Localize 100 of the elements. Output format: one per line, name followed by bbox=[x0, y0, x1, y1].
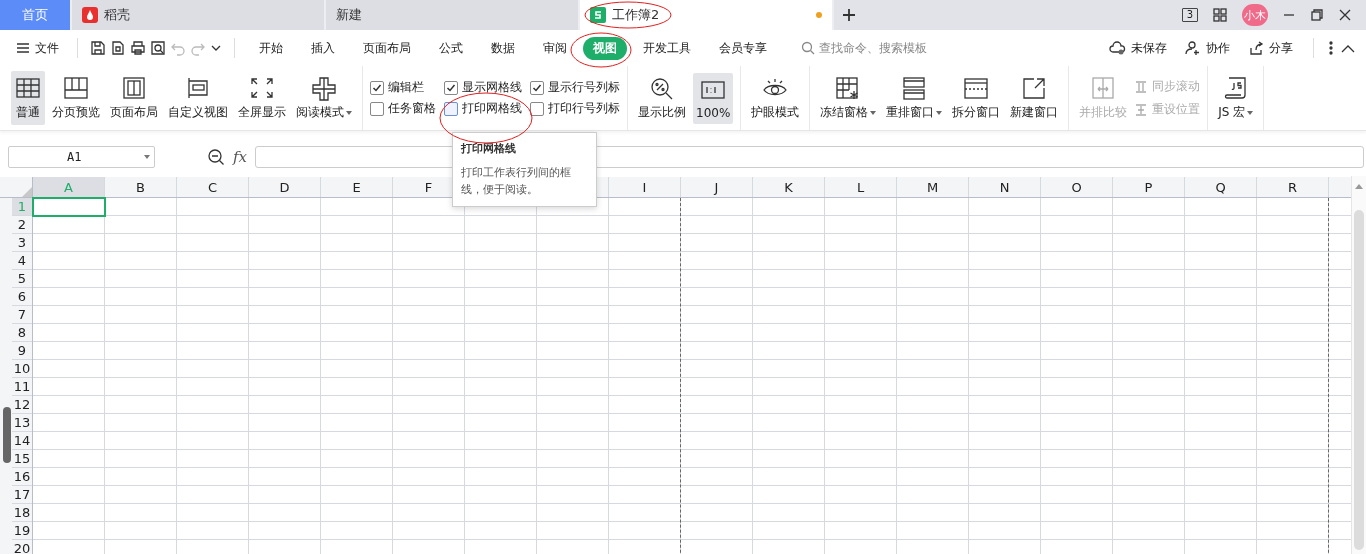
column-header[interactable]: B bbox=[105, 177, 177, 197]
ribbon-button[interactable]: 自定义视图 bbox=[165, 71, 231, 125]
print-preview-icon bbox=[150, 40, 166, 56]
checkmark-icon bbox=[532, 82, 542, 93]
window-count-badge[interactable]: 3 bbox=[1181, 8, 1198, 22]
print-icon bbox=[130, 40, 146, 56]
restore-icon bbox=[1310, 8, 1324, 22]
ribbon-tab[interactable]: 插入 bbox=[299, 35, 347, 61]
row-header[interactable]: 10 bbox=[12, 360, 32, 378]
checkbox[interactable]: 任务窗格 bbox=[370, 100, 436, 117]
docer-logo-icon bbox=[82, 7, 98, 23]
document-tab[interactable]: 稻壳 bbox=[72, 0, 326, 30]
apps-grid-icon bbox=[1212, 7, 1228, 23]
row-header[interactable]: 8 bbox=[12, 324, 32, 342]
close-icon bbox=[1338, 8, 1352, 22]
name-box[interactable]: A1 bbox=[8, 146, 155, 168]
ribbon-button[interactable]: 拆分窗口 bbox=[949, 71, 1004, 125]
command-search-field[interactable]: 查找命令、搜索模板 bbox=[795, 38, 933, 58]
annotation-ellipse bbox=[570, 32, 632, 68]
cloud-icon bbox=[1108, 40, 1126, 56]
column-header[interactable]: R bbox=[1257, 177, 1329, 197]
ribbon-button[interactable]: 新建窗口 bbox=[1007, 71, 1062, 125]
cross-layout-icon bbox=[310, 75, 338, 101]
checkbox[interactable]: 显示行号列标 bbox=[530, 79, 620, 96]
zoom-out-icon bbox=[207, 148, 225, 166]
row-header[interactable]: 16 bbox=[12, 468, 32, 486]
ribbon-tab[interactable]: 公式 bbox=[427, 35, 475, 61]
row-header[interactable]: 3 bbox=[12, 234, 32, 252]
vertical-scrollbar[interactable] bbox=[1351, 176, 1366, 554]
tooltip-title: 打印网格线 bbox=[461, 141, 517, 156]
column-header[interactable]: O bbox=[1041, 177, 1113, 197]
scroll-up-icon[interactable] bbox=[1355, 184, 1363, 189]
row-header[interactable]: 17 bbox=[12, 486, 32, 504]
row-header[interactable]: 11 bbox=[12, 378, 32, 396]
ribbon-button[interactable]: 普通 bbox=[11, 71, 45, 125]
selected-cell[interactable] bbox=[32, 197, 106, 217]
column-header[interactable]: E bbox=[321, 177, 393, 197]
column-header[interactable]: Q bbox=[1185, 177, 1257, 197]
file-menu-button[interactable]: 文件 bbox=[10, 35, 65, 61]
ribbon-tab[interactable]: 开发工具 bbox=[631, 35, 703, 61]
cell-grid[interactable] bbox=[33, 198, 1352, 554]
ribbon-button[interactable]: 冻结窗格 bbox=[817, 71, 880, 125]
function-label[interactable]: fx bbox=[233, 148, 247, 166]
column-header[interactable]: L bbox=[825, 177, 897, 197]
select-all-corner[interactable] bbox=[0, 177, 33, 198]
row-header[interactable]: 14 bbox=[12, 432, 32, 450]
page-layout-icon bbox=[120, 75, 148, 101]
checkbox[interactable]: 显示网格线 bbox=[444, 79, 522, 96]
checkbox[interactable]: 编辑栏 bbox=[370, 79, 436, 96]
ribbon-button[interactable]: 阅读模式 bbox=[293, 71, 355, 125]
row-header[interactable]: 13 bbox=[12, 414, 32, 432]
checkmark-icon bbox=[446, 82, 456, 93]
column-header[interactable]: K bbox=[753, 177, 825, 197]
side-handle-icon[interactable] bbox=[3, 407, 11, 463]
row-header[interactable]: 20 bbox=[12, 540, 32, 554]
row-header[interactable]: 19 bbox=[12, 522, 32, 540]
row-header[interactable]: 2 bbox=[12, 216, 32, 234]
search-icon bbox=[801, 41, 815, 55]
column-header[interactable]: J bbox=[681, 177, 753, 197]
column-header[interactable]: C bbox=[177, 177, 249, 197]
ribbon-tab[interactable]: 会员专享 bbox=[707, 35, 779, 61]
checkbox[interactable]: 打印行号列标 bbox=[530, 100, 620, 117]
column-header[interactable]: P bbox=[1113, 177, 1185, 197]
column-header[interactable]: N bbox=[969, 177, 1041, 197]
row-header[interactable]: 15 bbox=[12, 450, 32, 468]
toolbar-action-button[interactable]: 分享 bbox=[1242, 35, 1299, 61]
add-user-icon bbox=[1185, 40, 1201, 56]
menu-icon bbox=[16, 42, 30, 54]
column-header[interactable]: D bbox=[249, 177, 321, 197]
save-icon bbox=[90, 40, 106, 56]
ribbon-button[interactable]: 重排窗口 bbox=[883, 71, 946, 125]
row-header[interactable]: 5 bbox=[12, 270, 32, 288]
ribbon-button[interactable]: 护眼模式 bbox=[748, 71, 803, 125]
ribbon-tab[interactable]: 审阅 bbox=[531, 35, 579, 61]
fullscreen-icon bbox=[248, 75, 276, 101]
ribbon-tab[interactable]: 数据 bbox=[479, 35, 527, 61]
ribbon-button[interactable]: 页面布局 bbox=[107, 71, 161, 125]
document-tab[interactable]: 新建 bbox=[326, 0, 580, 30]
row-header[interactable]: 7 bbox=[12, 306, 32, 324]
row-header[interactable]: 18 bbox=[12, 504, 32, 522]
column-header[interactable]: I bbox=[609, 177, 681, 197]
document-tab[interactable]: 工作簿2 bbox=[580, 0, 834, 30]
ribbon-button[interactable]: 分页预览 bbox=[49, 71, 103, 125]
ribbon-button[interactable]: JS 宏 bbox=[1215, 71, 1257, 125]
ribbon-button[interactable]: 100% bbox=[693, 72, 734, 124]
column-header[interactable]: M bbox=[897, 177, 969, 197]
row-header[interactable]: 4 bbox=[12, 252, 32, 270]
share-icon bbox=[1248, 40, 1264, 56]
ribbon-button[interactable]: 全屏显示 bbox=[235, 71, 289, 125]
ribbon-tab[interactable]: 页面布局 bbox=[351, 35, 423, 61]
split-window-icon bbox=[962, 75, 991, 101]
sync-scroll-icon bbox=[1134, 79, 1149, 94]
row-header[interactable]: 9 bbox=[12, 342, 32, 360]
ribbon-button[interactable]: 显示比例 bbox=[635, 71, 689, 125]
row-header[interactable]: 6 bbox=[12, 288, 32, 306]
toolbar-action-button[interactable]: 未保存 bbox=[1102, 35, 1173, 61]
ribbon-tab[interactable]: 开始 bbox=[247, 35, 295, 61]
toolbar-action-button[interactable]: 协作 bbox=[1179, 35, 1236, 61]
row-header[interactable]: 12 bbox=[12, 396, 32, 414]
more-icon bbox=[1328, 41, 1334, 55]
